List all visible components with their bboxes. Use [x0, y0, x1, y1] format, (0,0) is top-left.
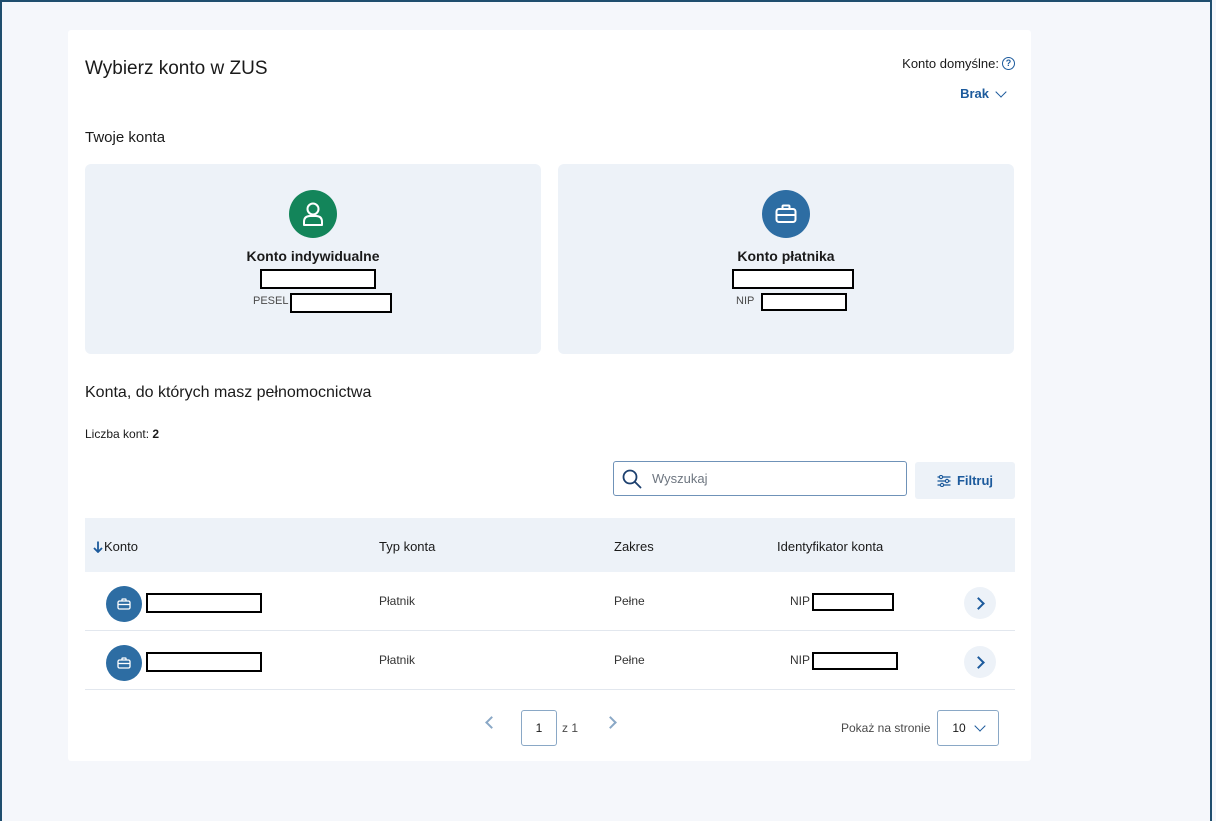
- row-open-button[interactable]: [964, 587, 996, 619]
- chevron-left-icon: [484, 715, 498, 729]
- individual-account-tile[interactable]: Konto indywidualne PESEL: [85, 164, 541, 354]
- page-total: z 1: [562, 721, 579, 735]
- individual-account-name: Konto indywidualne: [246, 248, 380, 264]
- own-accounts-title: Twoje konta: [85, 129, 166, 146]
- account-scope: Pełne: [614, 653, 645, 667]
- default-account-dropdown[interactable]: Brak: [960, 85, 1007, 101]
- default-account-label: Konto domyślne: ?: [902, 56, 1015, 71]
- search-input[interactable]: [650, 470, 884, 487]
- default-account-label-text: Konto domyślne:: [902, 56, 999, 71]
- accounts-count: Liczba kont: 2: [85, 427, 159, 441]
- account-scope: Pełne: [614, 594, 645, 608]
- redacted-account-name: [146, 652, 262, 672]
- filter-button[interactable]: Filtruj: [915, 462, 1015, 499]
- column-header-konto: Konto: [104, 539, 138, 554]
- account-id-type: NIP: [790, 653, 811, 667]
- redacted-name: [732, 269, 854, 289]
- column-header-typ: Typ konta: [379, 539, 436, 554]
- column-header-zakres: Zakres: [614, 539, 654, 554]
- per-page-select[interactable]: 10: [937, 710, 999, 746]
- account-selection-card: Wybierz konto w ZUS Konto domyślne: ? Br…: [68, 30, 1031, 761]
- redacted-nip: [761, 293, 847, 311]
- account-type: Płatnik: [379, 594, 416, 608]
- per-page-value: 10: [952, 721, 966, 735]
- redacted-name: [260, 269, 376, 289]
- proxy-accounts-title: Konta, do których masz pełnomocnictwa: [85, 384, 372, 401]
- nip-label: NIP: [736, 295, 755, 307]
- redacted-account-name: [146, 593, 262, 613]
- next-page-button[interactable]: [602, 714, 618, 730]
- count-value: 2: [152, 427, 160, 441]
- chevron-right-icon: [972, 655, 985, 669]
- table-row[interactable]: Płatnik Pełne NIP: [85, 631, 1015, 690]
- redacted-pesel: [290, 293, 392, 313]
- chevron-down-icon: [995, 85, 1007, 98]
- briefcase-icon: [106, 586, 142, 622]
- table-row[interactable]: Płatnik Pełne NIP: [85, 572, 1015, 631]
- help-icon[interactable]: ?: [1002, 57, 1015, 70]
- count-label: Liczba kont:: [85, 427, 150, 441]
- payer-account-tile[interactable]: Konto płatnika NIP: [558, 164, 1014, 354]
- filter-label: Filtruj: [956, 473, 994, 488]
- filter-sliders-icon: [937, 474, 951, 487]
- table-header: Konto Typ konta Zakres Identyfikator kon…: [85, 518, 1015, 572]
- pesel-label: PESEL: [253, 295, 289, 307]
- payer-account-name: Konto płatnika: [737, 248, 835, 264]
- search-field[interactable]: [613, 461, 907, 496]
- default-account-value: Brak: [960, 86, 989, 101]
- search-icon: [622, 469, 642, 488]
- redacted-nip: [812, 593, 894, 611]
- previous-page-button[interactable]: [483, 714, 499, 730]
- page-title: Wybierz konto w ZUS: [85, 58, 268, 79]
- account-id-type: NIP: [790, 594, 811, 608]
- chevron-down-icon: [974, 720, 986, 732]
- chevron-right-icon: [603, 715, 617, 729]
- user-icon: [289, 190, 337, 238]
- chevron-right-icon: [972, 596, 985, 610]
- account-type: Płatnik: [379, 653, 416, 667]
- briefcase-icon: [106, 645, 142, 681]
- sort-arrow-down-icon: [93, 541, 103, 553]
- row-open-button[interactable]: [964, 646, 996, 678]
- redacted-nip: [812, 652, 898, 670]
- per-page-label: Pokaż na stronie: [841, 721, 931, 735]
- current-page-input[interactable]: 1: [521, 710, 557, 746]
- briefcase-icon: [762, 190, 810, 238]
- sort-konto-header[interactable]: Konto: [93, 539, 138, 554]
- column-header-identyfikator: Identyfikator konta: [777, 539, 884, 554]
